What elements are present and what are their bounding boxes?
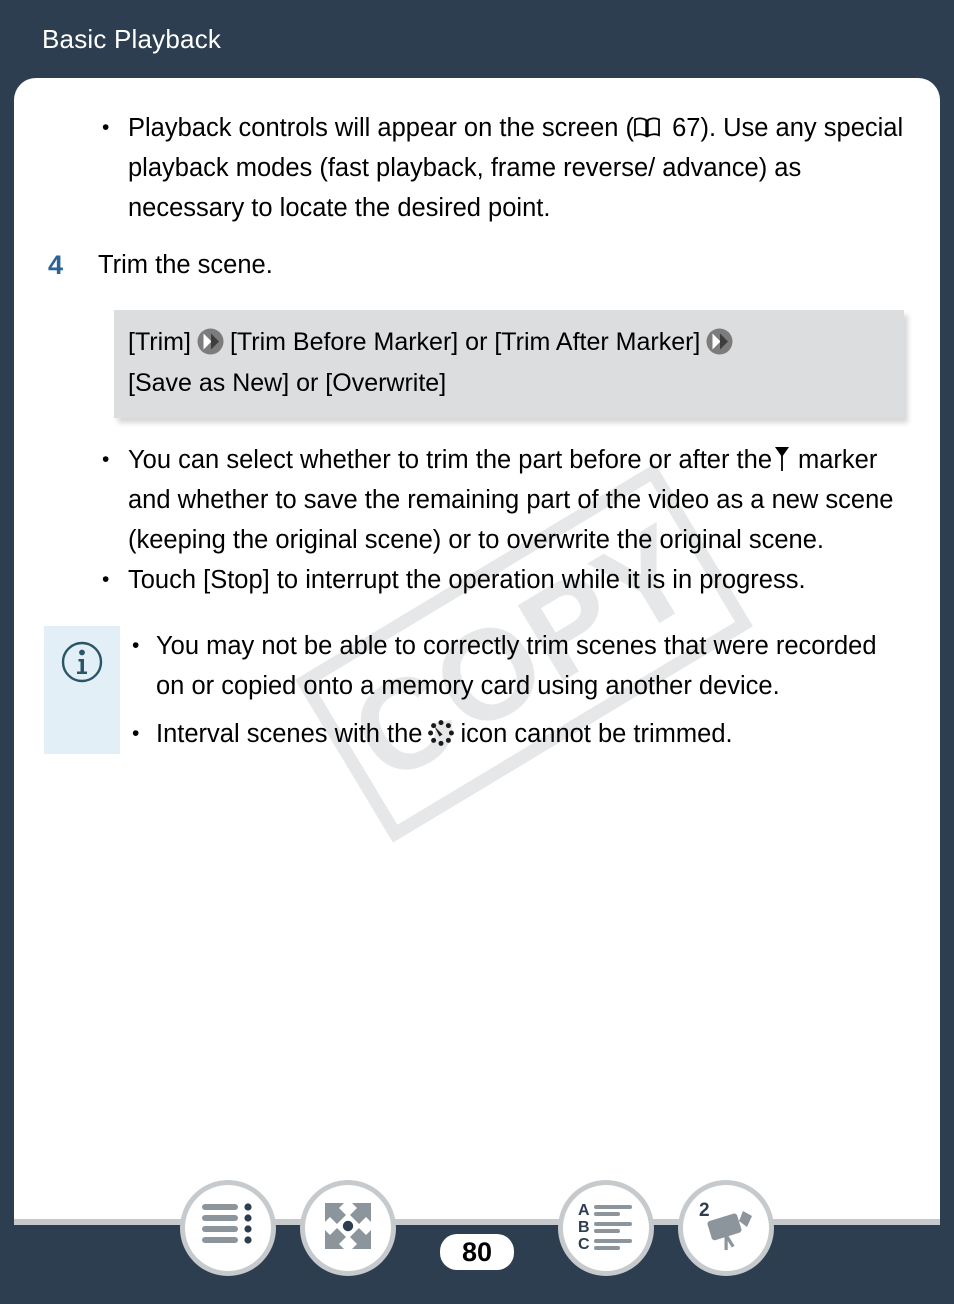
detail-bullet-list: You can select whether to trim the part … xyxy=(14,418,940,600)
step-row: 4 Trim the scene. xyxy=(14,228,940,284)
note-text-2-part1: Interval scenes with the xyxy=(156,720,423,748)
double-chevron-right-icon-2 xyxy=(706,327,733,355)
menu-path-line-1: [Trim] [Trim Before Marker] or [Trim Afte… xyxy=(128,322,886,363)
note-text-1: You may not be able to correctly trim sc… xyxy=(156,632,877,700)
list-item: Interval scenes with the icon cannot be t… xyxy=(128,714,904,754)
menu-items-trim-before-after: [Trim Before Marker] or [Trim After Mark… xyxy=(229,328,701,356)
page-title: Basic Playback xyxy=(42,23,222,54)
bullet-text-before-book-icon: Playback controls will appear on the scr… xyxy=(128,114,635,142)
footer-navigation: 80 A B C 2 xyxy=(0,1168,954,1288)
menu-item-trim: [Trim] xyxy=(128,328,191,356)
detail-text-stop: Touch [Stop] to interrupt the operation … xyxy=(128,566,806,594)
list-item: Touch [Stop] to interrupt the operation … xyxy=(98,560,910,600)
svg-text:C: C xyxy=(578,1236,590,1251)
menu-path-box: [Trim] [Trim Before Marker] or [Trim Afte… xyxy=(114,310,904,418)
abc-list-icon: A B C xyxy=(577,1201,635,1256)
note-body: You may not be able to correctly trim sc… xyxy=(120,626,904,754)
page-card: COPY Playback controls will appear on th… xyxy=(14,78,940,1222)
list-lines-dots-icon xyxy=(200,1201,256,1256)
camcorder-index-button[interactable]: 2 xyxy=(678,1180,774,1276)
step-number: 4 xyxy=(48,250,64,280)
page-number-badge: 80 xyxy=(440,1234,514,1270)
note-bullet-list: You may not be able to correctly trim sc… xyxy=(128,626,904,754)
camcorder-tripod-icon: 2 xyxy=(697,1199,755,1258)
page-header: Basic Playback xyxy=(0,0,954,78)
list-item: You can select whether to trim the part … xyxy=(98,440,910,560)
note-icon-column xyxy=(44,626,120,754)
interval-recording-icon xyxy=(427,719,455,747)
note-box: You may not be able to correctly trim sc… xyxy=(44,626,904,754)
step-text: Trim the scene. xyxy=(98,251,273,279)
book-icon xyxy=(634,110,660,138)
list-item: You may not be able to correctly trim sc… xyxy=(128,626,904,706)
note-text-2-part2: icon cannot be trimmed. xyxy=(460,720,733,748)
four-arrows-expand-icon xyxy=(322,1200,374,1257)
detail-text-part1: You can select whether to trim the part … xyxy=(128,446,772,474)
menu-path-line-2: [Save as New] or [Overwrite] xyxy=(128,369,447,397)
intro-bullet-list: Playback controls will appear on the scr… xyxy=(14,78,940,228)
alphabetical-index-button[interactable]: A B C xyxy=(558,1180,654,1276)
double-chevron-right-icon xyxy=(197,327,224,355)
svg-text:A: A xyxy=(578,1202,590,1219)
page-content: COPY Playback controls will appear on th… xyxy=(14,78,940,1222)
info-icon xyxy=(60,640,104,684)
list-item: Playback controls will appear on the scr… xyxy=(98,108,904,228)
marker-icon xyxy=(774,444,790,471)
svg-text:B: B xyxy=(578,1219,590,1236)
table-of-contents-button[interactable] xyxy=(180,1180,276,1276)
functions-index-button[interactable] xyxy=(300,1180,396,1276)
camcorder-badge-number: 2 xyxy=(699,1200,710,1221)
